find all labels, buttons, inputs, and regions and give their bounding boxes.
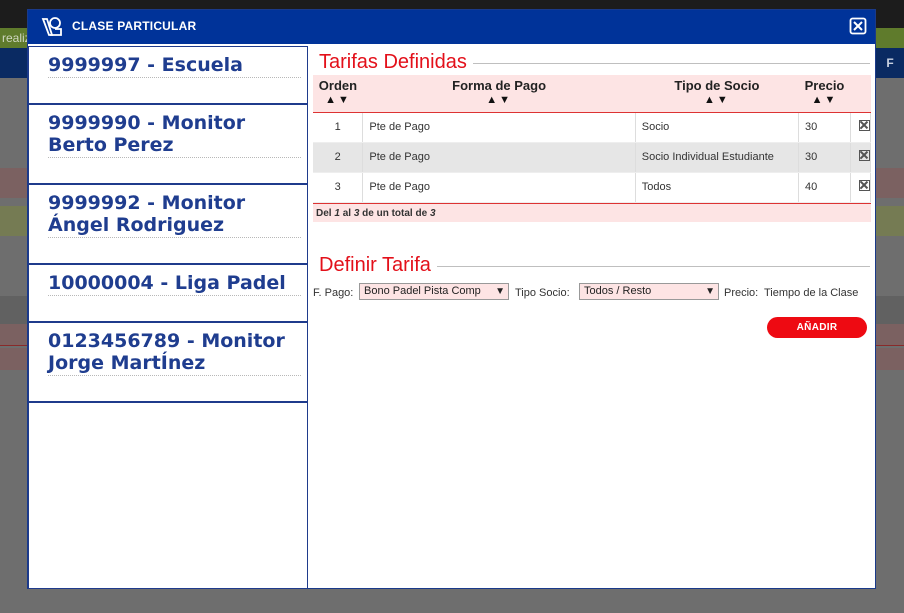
tipo-socio-value: Todos / Resto (584, 285, 652, 297)
f-pago-select[interactable]: Bono Padel Pista Comp ▼ (359, 283, 509, 300)
cell-precio: 40 (798, 172, 851, 203)
monitor-list-item-label: 10000004 - Liga Padel (48, 272, 301, 296)
cell-actions (850, 112, 872, 143)
cell-tipo-socio: Todos (635, 172, 800, 203)
f-pago-label: F. Pago: (313, 287, 354, 299)
lesson-icon (41, 17, 62, 36)
add-button[interactable]: AÑADIR (767, 317, 867, 338)
column-orden: Orden ▲▼ (313, 75, 363, 113)
column-precio-label: Precio (804, 78, 845, 93)
column-forma-pago: Forma de Pago ▲▼ (362, 75, 636, 113)
column-precio: Precio ▲▼ (798, 75, 851, 113)
background-nav-item: F (886, 56, 894, 70)
monitor-list-item-label: 0123456789 - Monitor Jorge MartÍnez (48, 330, 301, 376)
f-pago-value: Bono Padel Pista Comp (364, 285, 481, 297)
cell-precio: 30 (798, 142, 851, 173)
table-row: 1 Pte de Pago Socio 30 (313, 112, 872, 143)
close-icon[interactable] (849, 17, 867, 35)
monitor-list-item[interactable]: 9999992 - Monitor Ángel Rodriguez (29, 185, 307, 265)
sort-arrows-icon[interactable]: ▲▼ (635, 94, 798, 106)
table-row: 3 Pte de Pago Todos 40 (313, 172, 872, 203)
cell-orden: 1 (313, 112, 364, 143)
column-tipo-socio-label: Tipo de Socio (674, 78, 760, 93)
cell-forma-pago: Pte de Pago (362, 172, 636, 203)
tarifas-panel: Tarifas Definidas Orden ▲▼ Forma de Pago ▲… (310, 46, 873, 586)
tipo-socio-label: Tipo Socio: (515, 287, 570, 299)
clase-particular-dialog: CLASE PARTICULAR 9999997 - Escuela 99999… (27, 9, 876, 589)
table-header-row: Orden ▲▼ Forma de Pago ▲▼ Tipo de Socio ▲▼ … (313, 75, 871, 113)
cell-precio: 30 (798, 112, 851, 143)
delete-icon[interactable] (858, 120, 870, 131)
column-orden-label: Orden (318, 78, 358, 93)
tipo-socio-select[interactable]: Todos / Resto ▼ (579, 283, 719, 300)
sort-arrows-icon[interactable]: ▲▼ (799, 94, 851, 106)
pager-del: Del (316, 208, 332, 219)
pager-total: 3 (429, 208, 436, 219)
monitor-list-item[interactable]: 9999997 - Escuela (29, 47, 307, 105)
chevron-down-icon: ▼ (495, 286, 505, 297)
cell-tipo-socio: Socio (635, 112, 800, 143)
delete-icon[interactable] (858, 150, 870, 161)
monitor-list-item[interactable]: 0123456789 - Monitor Jorge MartÍnez (29, 323, 307, 403)
cell-tipo-socio: Socio Individual Estudiante (635, 142, 800, 173)
definir-tarifa-form: F. Pago: Bono Padel Pista Comp ▼ Tipo So… (313, 283, 873, 303)
cell-forma-pago: Pte de Pago (362, 142, 636, 173)
tarifas-definidas-title: Tarifas Definidas (319, 51, 473, 74)
monitor-list-item-label: 9999990 - Monitor Berto Perez (48, 112, 301, 158)
column-tipo-socio: Tipo de Socio ▲▼ (635, 75, 799, 113)
cell-actions (850, 172, 872, 203)
table-pager: Del 1 al 3 de un total de 3 (313, 203, 871, 222)
pager-to: 3 (353, 208, 360, 219)
cell-orden: 3 (313, 172, 364, 203)
pager-al: al (342, 208, 352, 219)
precio-label: Precio: (724, 287, 759, 299)
monitor-list-item-label: 9999997 - Escuela (48, 54, 301, 78)
chevron-down-icon: ▼ (705, 286, 715, 297)
monitor-list-item-label: 9999992 - Monitor Ángel Rodriguez (48, 192, 301, 238)
dialog-header: CLASE PARTICULAR (28, 10, 875, 44)
definir-tarifa-heading: Definir Tarifa (310, 249, 873, 277)
monitor-list-item[interactable]: 10000004 - Liga Padel (29, 265, 307, 323)
pager-total-text: de un total de (362, 208, 428, 219)
dialog-title: CLASE PARTICULAR (72, 19, 197, 33)
monitor-list: 9999997 - Escuela 9999990 - Monitor Bert… (28, 46, 308, 589)
tarifas-table: Orden ▲▼ Forma de Pago ▲▼ Tipo de Socio ▲▼ … (313, 75, 872, 203)
table-row: 2 Pte de Pago Socio Individual Estudiant… (313, 142, 872, 173)
monitor-list-item[interactable]: 9999990 - Monitor Berto Perez (29, 105, 307, 185)
column-actions (850, 75, 871, 113)
cell-actions (850, 142, 872, 173)
sort-arrows-icon[interactable]: ▲▼ (363, 94, 635, 106)
cell-orden: 2 (313, 142, 364, 173)
sort-arrows-icon[interactable]: ▲▼ (313, 94, 363, 106)
precio-value: Tiempo de la Clase (764, 287, 859, 299)
cell-forma-pago: Pte de Pago (362, 112, 636, 143)
column-forma-pago-label: Forma de Pago (452, 78, 547, 93)
pager-from: 1 (334, 208, 340, 219)
delete-icon[interactable] (858, 180, 870, 191)
tarifas-definidas-heading: Tarifas Definidas (310, 46, 873, 74)
definir-tarifa-title: Definir Tarifa (319, 254, 437, 277)
